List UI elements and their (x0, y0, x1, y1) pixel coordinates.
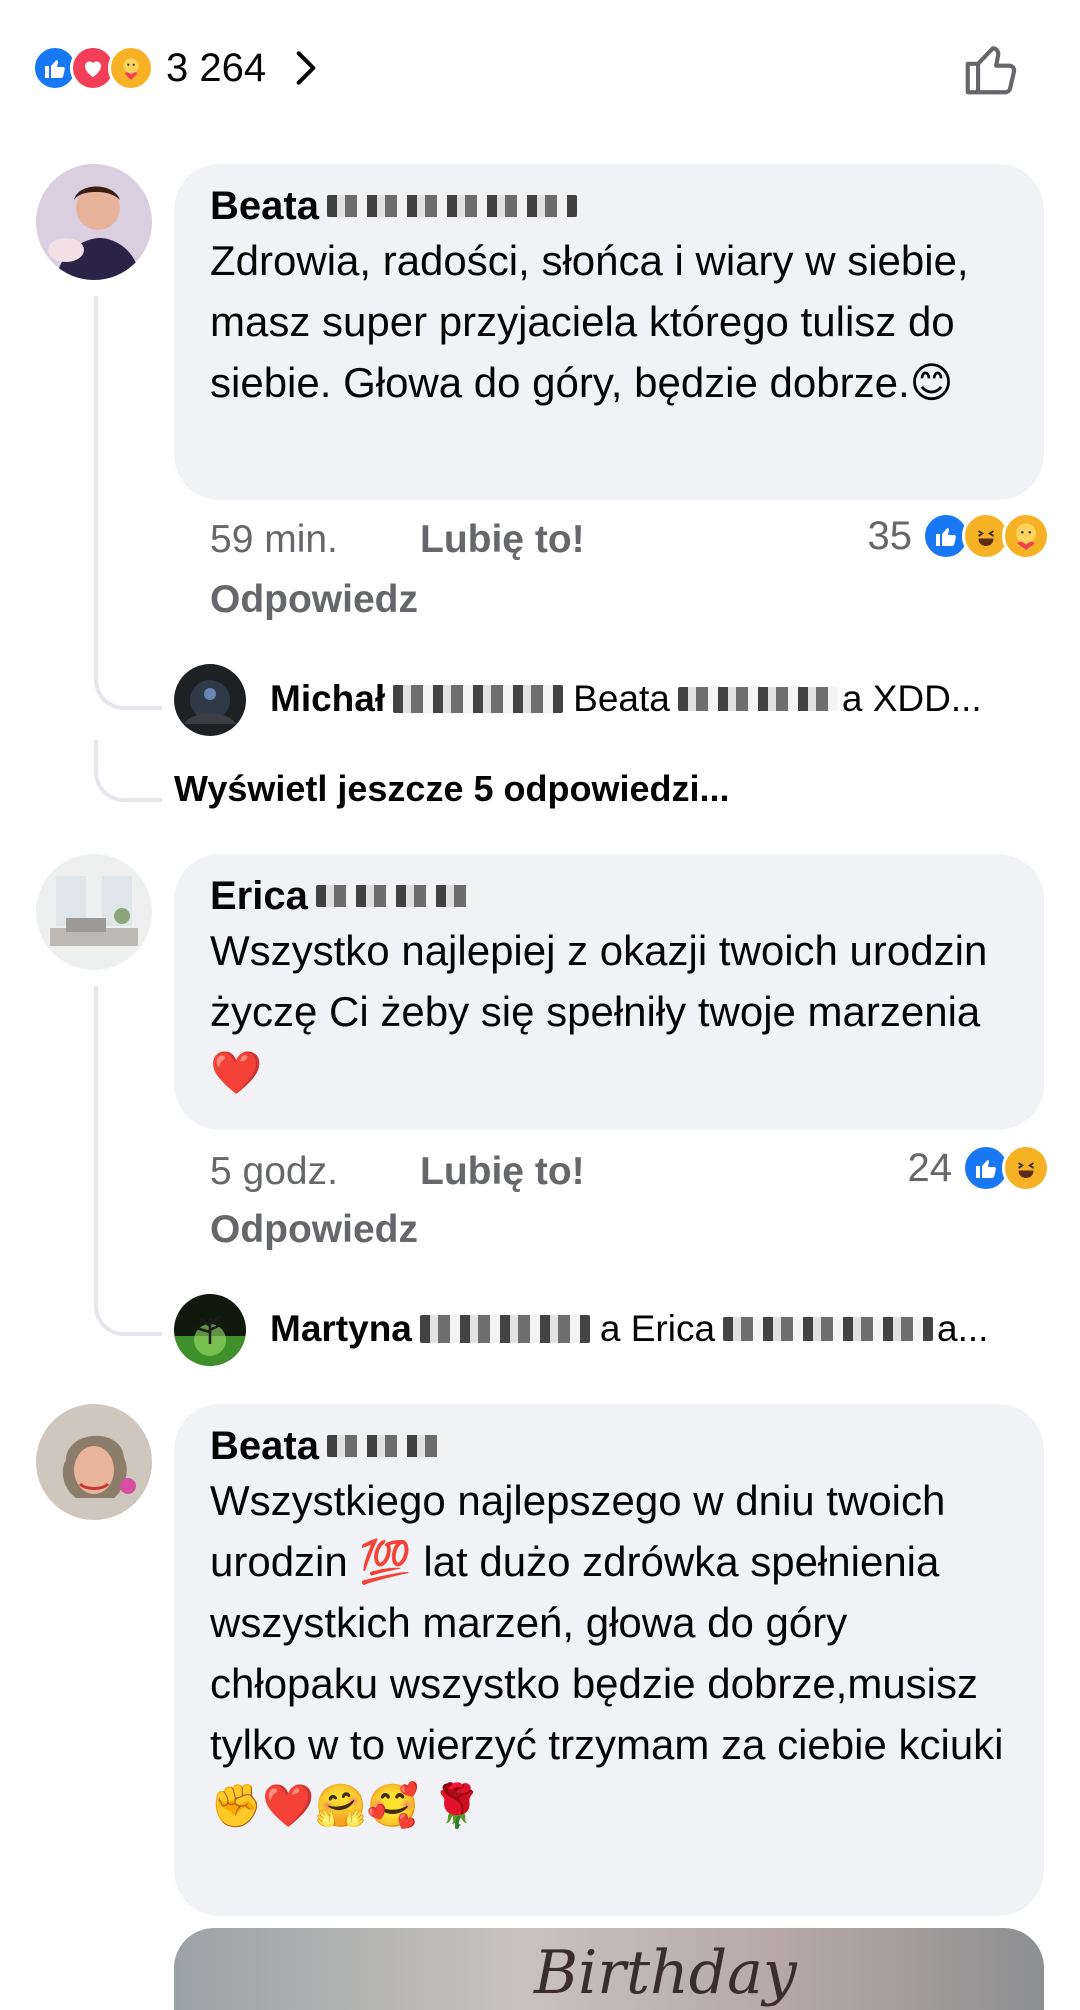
like-link[interactable]: Lubię to! (420, 518, 585, 561)
comment-bubble[interactable]: Beata Wszystkiego najlepszego w dniu two… (174, 1404, 1044, 1916)
redacted-name (326, 1435, 447, 1457)
haha-icon (1002, 1144, 1050, 1192)
comment-author-row: Beata (210, 1422, 1008, 1470)
comment-author[interactable]: Beata (210, 1422, 319, 1470)
avatar[interactable] (36, 854, 152, 970)
redacted-name (393, 685, 564, 713)
reply-text-tail: a... (937, 1308, 989, 1349)
thread-line (94, 296, 98, 682)
thread-connector (94, 660, 162, 710)
avatar[interactable] (36, 164, 152, 280)
redacted-name (419, 1315, 590, 1343)
reaction-count: 3 264 (166, 45, 267, 90)
comment-text: Wszystko najlepiej z okazji twoich urodz… (210, 927, 988, 1096)
avatar[interactable] (36, 1404, 152, 1520)
view-more-replies-link[interactable]: Wyświetl jeszcze 5 odpowiedzi... (174, 768, 730, 810)
reply-preview[interactable]: Martyna a Erica a... (270, 1308, 988, 1350)
reply-text: a Erica (599, 1308, 716, 1349)
comment-author-row: Erica (210, 872, 1008, 920)
comment-bubble[interactable]: Beata Zdrowia, radości, słońca i wiary w… (174, 164, 1044, 500)
comment-photo[interactable]: Birthday (174, 1928, 1044, 2010)
comment-text: Zdrowia, radości, słońca i wiary w siebi… (210, 237, 969, 406)
comment-time: 5 godz. (210, 1150, 338, 1193)
chevron-right-icon[interactable] (284, 44, 328, 92)
reply-link[interactable]: Odpowiedz (210, 1208, 418, 1252)
comment-author[interactable]: Beata (210, 182, 319, 230)
comment-reactions[interactable]: 35 (867, 512, 1050, 560)
redacted-name (315, 885, 476, 907)
comment-author-row: Beata (210, 182, 1008, 230)
redacted-name (677, 687, 838, 711)
comment-author[interactable]: Erica (210, 872, 308, 920)
reactions-summary-bar: 3 264 (0, 0, 1080, 130)
reply-link[interactable]: Odpowiedz (210, 578, 418, 622)
redacted-name (723, 1317, 934, 1341)
reply-author: Martyna (270, 1308, 412, 1349)
comment-reaction-count: 35 (867, 513, 913, 558)
photo-caption: Birthday (534, 1938, 797, 2008)
like-link[interactable]: Lubię to! (420, 1150, 585, 1193)
care-icon (108, 45, 154, 91)
thread-connector (94, 1286, 162, 1336)
thread-connector (94, 740, 162, 802)
avatar[interactable] (174, 1294, 246, 1366)
thread-line (94, 986, 98, 1306)
care-icon (1002, 512, 1050, 560)
like-button-icon[interactable] (960, 38, 1022, 100)
comment-text: Wszystkiego najlepszego w dniu twoich ur… (210, 1477, 1004, 1829)
redacted-name (326, 195, 577, 217)
avatar[interactable] (174, 664, 246, 736)
comment-reactions[interactable]: 24 (907, 1144, 1050, 1192)
comment-time: 59 min. (210, 518, 338, 561)
comment-bubble[interactable]: Erica Wszystko najlepiej z okazji twoich… (174, 854, 1044, 1130)
reactions-summary[interactable]: 3 264 (32, 44, 328, 92)
reply-author: Michał (270, 678, 386, 719)
reply-preview[interactable]: Michał Beata a XDD... (270, 678, 982, 720)
comment-actions: 59 min. Lubię to! (210, 518, 585, 562)
reply-text-tail: a XDD... (841, 678, 982, 719)
reply-text: Beata (573, 678, 670, 719)
comment-reaction-count: 24 (907, 1145, 953, 1190)
comment-actions: 5 godz. Lubię to! (210, 1150, 585, 1194)
